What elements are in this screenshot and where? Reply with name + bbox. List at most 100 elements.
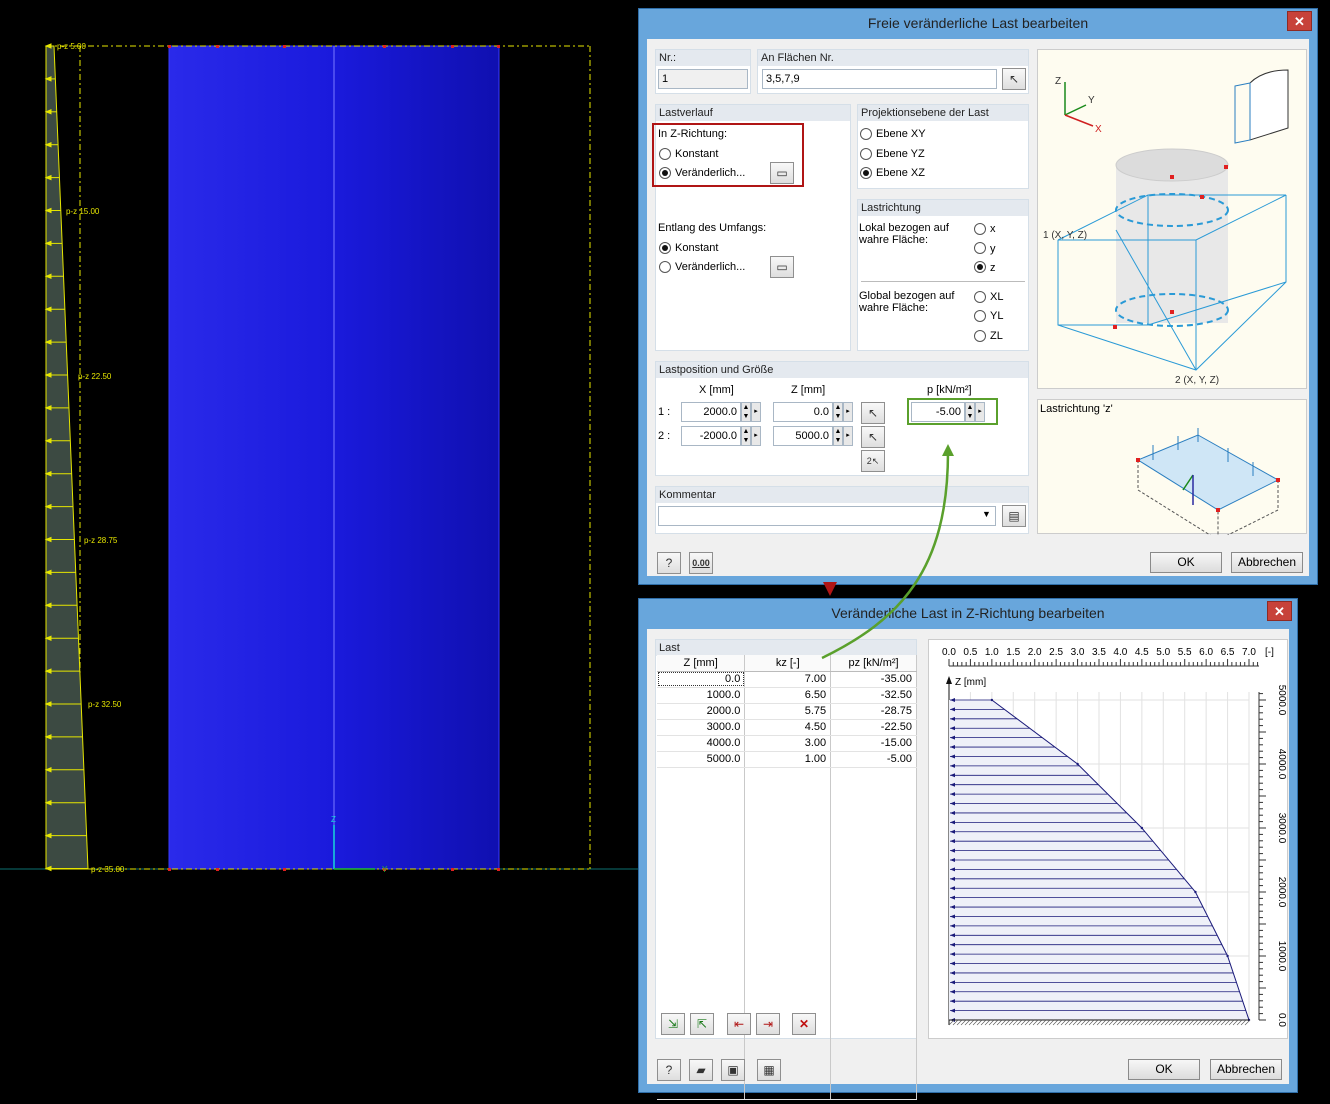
data-point — [990, 698, 994, 702]
edit-variable-umfang-button[interactable]: ▭ — [770, 256, 794, 278]
cell-pz: -5.00 — [830, 751, 917, 768]
base-hatch — [1088, 1019, 1095, 1026]
radio-lokal-y[interactable] — [974, 242, 986, 254]
ok-button[interactable]: OK — [1150, 552, 1222, 573]
help-icon[interactable]: ? — [657, 1059, 681, 1081]
table-row[interactable]: 1000.0 6.50 -32.50 — [657, 687, 917, 704]
base-hatch — [1148, 1019, 1155, 1026]
model-view[interactable]: Z Y p-z 5.00 p-z 15.00 p-z 22.50 p-z 28.… — [0, 0, 640, 1104]
ok-button[interactable]: OK — [1128, 1059, 1200, 1080]
import-excel-icon[interactable]: ⇲ — [661, 1013, 685, 1035]
row2-x-input[interactable]: -2000.0 — [681, 426, 741, 446]
last-label: Last — [656, 640, 916, 656]
cell-z[interactable]: 1000.0 — [657, 687, 746, 704]
export-excel-icon[interactable]: ⇱ — [690, 1013, 714, 1035]
pick-surface-button[interactable]: ↖ — [1002, 68, 1026, 90]
load-label: p-z 35.00 — [91, 865, 125, 874]
x-tick-label: 4.5 — [1135, 647, 1149, 658]
table-row[interactable]: 0.0 7.00 -35.00 — [657, 671, 917, 688]
cell-z[interactable]: 5000.0 — [657, 751, 746, 768]
base-hatch — [988, 1019, 995, 1026]
cell-kz[interactable]: 7.00 — [744, 671, 832, 688]
p-input[interactable]: -5.00 — [911, 402, 965, 422]
cell-z[interactable]: 2000.0 — [657, 703, 746, 720]
load-table[interactable]: Z [mm] kz [-] pz [kN/m²] 0.0 7.00 -35.00 1… — [657, 655, 917, 1100]
axis-y-label: Y — [382, 865, 388, 874]
base-hatch — [1072, 1019, 1079, 1026]
edit-variable-z-button[interactable]: ▭ — [770, 162, 794, 184]
row2-x-spinner[interactable]: ▲ ▼ — [741, 426, 751, 446]
row1-z-spinner[interactable]: ▲ ▼ — [833, 402, 843, 422]
x-tick-label: 0.0 — [942, 647, 956, 658]
table-row[interactable] — [657, 767, 917, 1100]
cell-z[interactable]: 0.0 — [657, 671, 746, 688]
open-folder-icon[interactable]: ▰ — [689, 1059, 713, 1081]
row2-z-more[interactable]: ▸ — [843, 426, 853, 446]
row2-z-spinner[interactable]: ▲ ▼ — [833, 426, 843, 446]
row1-z-input[interactable]: 0.0 — [773, 402, 833, 422]
kommentar-input[interactable] — [658, 506, 996, 526]
table-row[interactable]: 2000.0 5.75 -28.75 — [657, 703, 917, 720]
row1-z-more[interactable]: ▸ — [843, 402, 853, 422]
help-icon[interactable]: ? — [657, 552, 681, 574]
base-hatch — [996, 1019, 1003, 1026]
ebene-xz-label: Ebene XZ — [876, 167, 925, 179]
units-button[interactable]: 0.00 — [689, 552, 713, 574]
radio-ebene-xy[interactable] — [860, 128, 872, 140]
cell-z[interactable]: 3000.0 — [657, 719, 746, 736]
cancel-button[interactable]: Abbrechen — [1210, 1059, 1282, 1080]
pick-point1-button[interactable]: ↖ — [861, 402, 885, 424]
save-icon[interactable]: ▣ — [721, 1059, 745, 1081]
radio-lokal-z[interactable] — [974, 261, 986, 273]
cell-kz[interactable]: 1.00 — [744, 751, 832, 768]
radio-veraenderlich[interactable] — [659, 167, 671, 179]
row1-x-more[interactable]: ▸ — [751, 402, 761, 422]
clear-table-icon[interactable]: ✕ — [792, 1013, 816, 1035]
chart-panel: 0.0 0.5 1.0 1.5 2.0 2.5 3.0 3.5 4.0 4.5 5.0 5.5 6.0 6… — [928, 639, 1288, 1039]
radio-lokal-x[interactable] — [974, 223, 986, 235]
radio-ebene-yz[interactable] — [860, 148, 872, 160]
base-hatch — [1120, 1019, 1127, 1026]
cell-z[interactable]: 4000.0 — [657, 735, 746, 752]
base-hatch — [1104, 1019, 1111, 1026]
base-hatch — [1224, 1019, 1231, 1026]
pick-point2-button[interactable]: ↖ — [861, 426, 885, 448]
insert-row-icon[interactable]: ⇤ — [727, 1013, 751, 1035]
umfang-label: Entlang des Umfangs: — [658, 222, 767, 234]
delete-row-icon[interactable]: ⇥ — [756, 1013, 780, 1035]
preview-point1: 1 (X, Y, Z) — [1043, 230, 1087, 241]
row2-x-more[interactable]: ▸ — [751, 426, 761, 446]
p-more[interactable]: ▸ — [975, 402, 985, 422]
row1-x-input[interactable]: 2000.0 — [681, 402, 741, 422]
radio-umfang-veraenderlich[interactable] — [659, 261, 671, 273]
base-hatch — [1016, 1019, 1023, 1026]
row2-z-input[interactable]: 5000.0 — [773, 426, 833, 446]
flaechen-input[interactable]: 3,5,7,9 — [762, 69, 997, 89]
base-hatch — [1188, 1019, 1195, 1026]
p-spinner[interactable]: ▲ ▼ — [965, 402, 975, 422]
radio-global-zl[interactable] — [974, 330, 986, 342]
cell-kz[interactable]: 6.50 — [744, 687, 832, 704]
x-unit-label: [-] — [1265, 647, 1274, 658]
radio-umfang-konstant[interactable] — [659, 242, 671, 254]
table-row[interactable]: 3000.0 4.50 -22.50 — [657, 719, 917, 736]
close-button[interactable]: ✕ — [1267, 601, 1292, 621]
pick-two-points-button[interactable]: 2↖ — [861, 450, 885, 472]
calculator-icon[interactable]: ▦ — [757, 1059, 781, 1081]
table-row[interactable]: 4000.0 3.00 -15.00 — [657, 735, 917, 752]
radio-ebene-xz[interactable] — [860, 167, 872, 179]
base-hatch — [1232, 1019, 1239, 1026]
cell-kz[interactable]: 4.50 — [744, 719, 832, 736]
table-row[interactable]: 5000.0 1.00 -5.00 — [657, 751, 917, 768]
global-zl-label: ZL — [990, 330, 1003, 342]
kommentar-library-button[interactable]: ▤ — [1002, 505, 1026, 527]
radio-global-xl[interactable] — [974, 291, 986, 303]
cell-kz[interactable]: 5.75 — [744, 703, 832, 720]
close-button[interactable]: ✕ — [1287, 11, 1312, 31]
radio-konstant[interactable] — [659, 148, 671, 160]
radio-global-yl[interactable] — [974, 310, 986, 322]
cell-kz[interactable]: 3.00 — [744, 735, 832, 752]
chevron-down-icon[interactable]: ▼ — [982, 509, 991, 519]
row1-x-spinner[interactable]: ▲ ▼ — [741, 402, 751, 422]
cancel-button[interactable]: Abbrechen — [1231, 552, 1303, 573]
